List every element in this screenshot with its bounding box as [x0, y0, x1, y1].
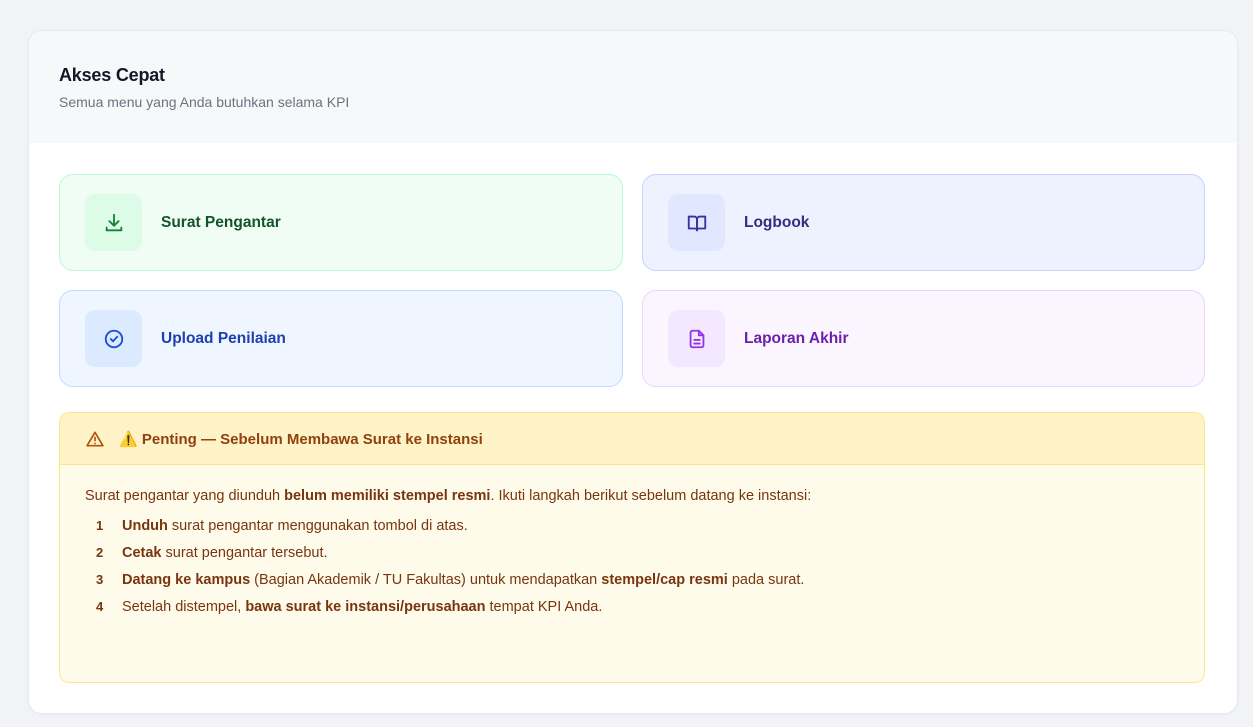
download-icon	[85, 194, 142, 251]
alert-title: ⚠️ Penting — Sebelum Membawa Surat ke In…	[119, 430, 483, 448]
logbook-button[interactable]: Logbook	[642, 174, 1205, 271]
check-circle-icon	[85, 310, 142, 367]
important-alert: ⚠️ Penting — Sebelum Membawa Surat ke In…	[59, 412, 1205, 683]
laporan-akhir-button[interactable]: Laporan Akhir	[642, 290, 1205, 387]
step-item: 1 Unduh surat pengantar menggunakan tomb…	[85, 516, 1179, 541]
alert-header: ⚠️ Penting — Sebelum Membawa Surat ke In…	[60, 413, 1204, 465]
step-item: 2 Cetak surat pengantar tersebut.	[85, 543, 1179, 568]
step-text: Unduh surat pengantar menggunakan tombol…	[122, 518, 468, 534]
step-text: Cetak surat pengantar tersebut.	[122, 545, 328, 561]
book-open-icon	[668, 194, 725, 251]
quick-access-card: Akses Cepat Semua menu yang Anda butuhka…	[28, 30, 1238, 714]
step-text: Datang ke kampus (Bagian Akademik / TU F…	[122, 572, 805, 588]
surat-pengantar-button[interactable]: Surat Pengantar	[59, 174, 623, 271]
step-number: 2	[96, 545, 104, 560]
card-title: Akses Cepat	[59, 65, 165, 85]
alert-intro: Surat pengantar yang diunduh belum memil…	[85, 486, 1179, 506]
warning-triangle-icon	[85, 429, 105, 449]
logbook-label: Logbook	[744, 213, 810, 231]
step-item: 3 Datang ke kampus (Bagian Akademik / TU…	[85, 570, 1179, 595]
quick-access-grid: Surat Pengantar Logbook Upload Penilaian	[59, 174, 1207, 387]
step-item: 4 Setelah distempel, bawa surat ke insta…	[85, 597, 1179, 622]
steps-list: 1 Unduh surat pengantar menggunakan tomb…	[85, 516, 1179, 622]
intro-bold: belum memiliki stempel resmi	[284, 488, 491, 504]
step-number: 4	[96, 599, 104, 614]
step-text: Setelah distempel, bawa surat ke instans…	[122, 599, 603, 615]
card-subtitle: Semua menu yang Anda butuhkan selama KPI	[59, 94, 350, 110]
upload-penilaian-label: Upload Penilaian	[161, 329, 286, 347]
surat-pengantar-label: Surat Pengantar	[161, 213, 281, 231]
intro-text: Surat pengantar yang diunduh	[85, 488, 285, 504]
alert-body: Surat pengantar yang diunduh belum memil…	[60, 465, 1204, 622]
laporan-akhir-label: Laporan Akhir	[744, 329, 849, 347]
card-body: Surat Pengantar Logbook Upload Penilaian	[29, 143, 1237, 683]
card-header: Akses Cepat Semua menu yang Anda butuhka…	[29, 31, 1237, 143]
file-text-icon	[668, 310, 725, 367]
step-number: 1	[96, 518, 104, 533]
upload-penilaian-button[interactable]: Upload Penilaian	[59, 290, 623, 387]
intro-text-end: . Ikuti langkah berikut sebelum datang k…	[490, 488, 812, 504]
step-number: 3	[96, 572, 104, 587]
